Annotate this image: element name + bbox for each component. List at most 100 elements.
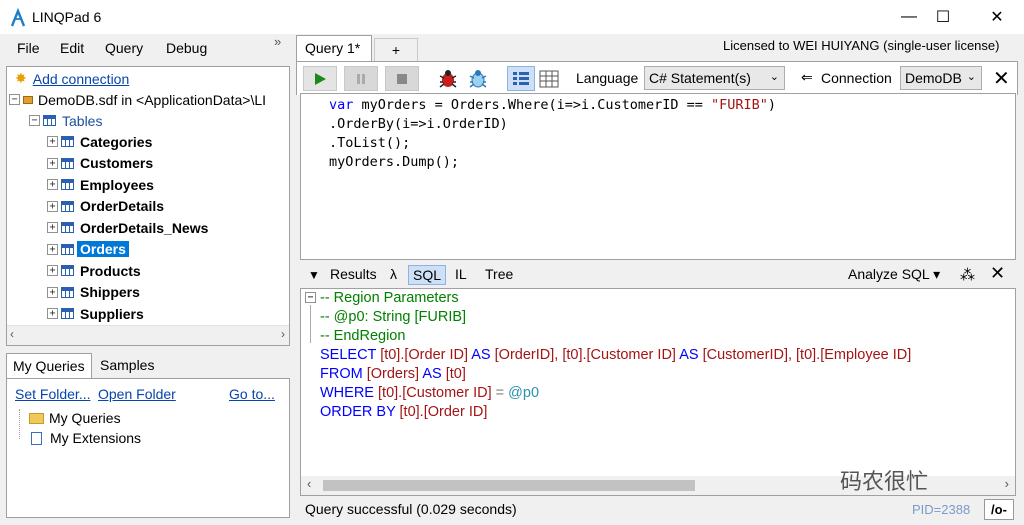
sql-keyword: FROM [320,366,363,382]
scroll-right-icon[interactable]: › [281,327,285,341]
pause-button[interactable] [344,66,378,91]
collapse-icon[interactable]: − [29,115,40,126]
go-to-link[interactable]: Go to... [229,386,275,402]
table-row[interactable]: + Customers [47,153,153,174]
stop-icon [397,73,407,84]
add-connection-link[interactable]: Add connection [33,71,130,87]
tab-il[interactable]: IL [451,265,471,285]
tab-lambda[interactable]: λ [386,265,401,285]
chevron-down-icon: ⌄ [966,71,976,83]
sql-identifier: [Orders] [366,366,420,382]
menu-debug[interactable]: Debug [166,40,207,56]
close-results-icon[interactable]: ✕ [986,262,1009,283]
table-row[interactable]: + Employees [47,174,154,195]
tab-tree[interactable]: Tree [481,265,517,285]
connection-select[interactable]: DemoDB ⌄ [900,66,982,90]
table-row[interactable]: + Shippers [47,282,140,303]
sql-identifier: [t0].[Order ID] [380,347,469,363]
maximize-icon: ☐ [935,9,951,26]
code-line-1: var myOrders = Orders.Where(i=>i.Custome… [329,97,776,113]
settings-icon[interactable]: ⁂ [956,265,979,285]
language-select[interactable]: C# Statement(s) ⌄ [644,66,785,90]
maximize-button[interactable]: ☐ [920,0,966,34]
my-queries-label: My Queries [49,410,121,426]
sql-operator: = [495,385,505,401]
results-rich-text-button[interactable] [507,66,535,91]
table-icon [61,136,74,147]
expand-icon[interactable]: + [47,308,58,319]
open-folder-link[interactable]: Open Folder [98,386,176,402]
sql-order-line: ORDER BY [t0].[Order ID] [320,404,487,420]
chevron-down-icon: ⌄ [769,71,779,83]
expand-icon[interactable]: + [47,200,58,212]
table-icon [43,115,56,126]
code-line-4: myOrders.Dump(); [329,154,460,170]
sql-identifier: [t0].[Employee ID] [796,347,912,363]
bug-blue-button[interactable] [467,68,489,93]
expand-icon[interactable]: + [47,243,58,255]
expand-icon[interactable]: + [47,136,58,147]
expand-icon[interactable]: + [47,222,58,233]
expand-icon[interactable]: + [47,179,58,190]
sql-identifier: [CustomerID], [702,347,792,363]
table-row[interactable]: + Suppliers [47,303,144,324]
tab-samples[interactable]: Samples [94,353,160,379]
optimize-toggle[interactable]: /o- [984,499,1014,520]
connection-row[interactable]: − DemoDB.sdf in <ApplicationData>\LI [9,89,266,110]
collapse-results-icon[interactable]: ▼ [304,267,324,287]
sql-from-line: FROM [Orders] AS [t0] [320,366,466,382]
tab-results[interactable]: Results [326,265,381,285]
sql-param: -- @p0: String [FURIB] [320,309,467,325]
close-query-icon[interactable]: ✕ [993,66,1010,91]
set-folder-link[interactable]: Set Folder... [15,386,90,402]
menu-edit[interactable]: Edit [60,40,84,56]
scroll-thumb[interactable] [323,480,695,491]
collapse-region-icon[interactable]: − [305,292,316,303]
run-button[interactable] [303,66,337,91]
tab-my-queries[interactable]: My Queries [6,353,92,379]
sql-select-line: SELECT [t0].[Order ID] AS [OrderID], [t0… [320,347,911,363]
sql-identifier: [t0].[Customer ID] [562,347,676,363]
my-queries-tabs: My Queries Samples [6,353,290,379]
table-name: Employees [80,176,154,193]
add-connection-row[interactable]: ✸ Add connection [15,68,129,89]
stop-button[interactable] [385,66,419,91]
sql-keyword: WHERE [320,385,374,401]
table-row[interactable]: + Products [47,260,141,281]
results-grid-button[interactable] [539,70,559,91]
table-row[interactable]: + OrderDetails [47,196,164,217]
table-row[interactable]: + OrderDetails_News [47,217,208,238]
tree-horizontal-scrollbar[interactable]: ‹ › [7,325,289,345]
my-extensions-item[interactable]: My Extensions [29,430,141,446]
expand-icon[interactable]: + [47,157,58,169]
collapse-icon[interactable]: − [9,94,20,105]
title-bar: LINQPad 6 — ☐ ✕ [0,0,1024,34]
bug-red-button[interactable] [437,68,459,93]
play-icon [315,72,326,85]
close-window-button[interactable]: ✕ [974,0,1020,34]
scroll-left-icon[interactable]: ‹ [10,327,14,341]
table-name: Shippers [80,284,140,300]
scroll-right-icon[interactable]: › [1005,476,1009,491]
menu-query[interactable]: Query [105,40,143,56]
string-literal: "FURIB" [711,97,768,113]
table-row[interactable]: + Orders [47,239,129,260]
tab-query-1[interactable]: Query 1* [296,35,372,61]
tree-line [19,409,20,439]
analyze-sql-button[interactable]: Analyze SQL ▾ [844,265,944,285]
collapse-panel-icon[interactable]: » [274,34,281,49]
expand-icon[interactable]: + [47,286,58,298]
menu-file[interactable]: File [17,40,40,56]
code-text: ) [767,97,777,113]
tables-row[interactable]: − Tables [29,110,102,131]
minimize-icon: — [901,8,917,25]
scroll-left-icon[interactable]: ‹ [307,476,311,491]
table-name: Categories [80,133,153,150]
tab-sql[interactable]: SQL [408,265,447,285]
code-editor[interactable]: var myOrders = Orders.Where(i=>i.Custome… [300,93,1016,260]
expand-icon[interactable]: + [47,265,58,276]
code-line-3: .ToList(); [329,135,411,151]
my-queries-folder[interactable]: My Queries [29,410,121,426]
add-query-tab-button[interactable]: + [374,38,418,61]
table-row[interactable]: + Categories [47,131,152,152]
